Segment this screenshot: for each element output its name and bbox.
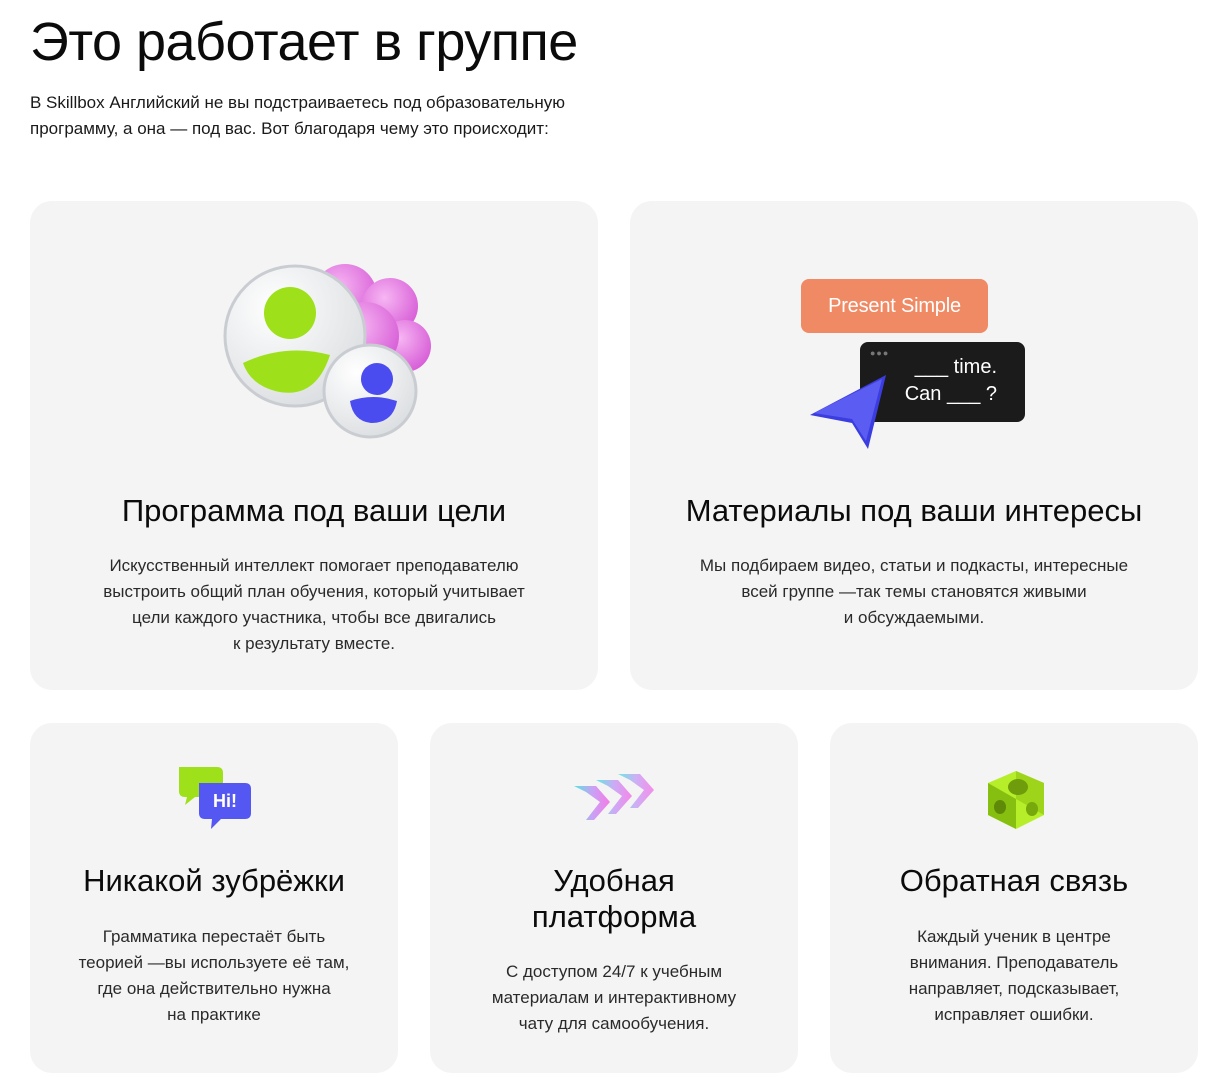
intro-text: В Skillbox Английский не вы подстраивает… [30, 93, 565, 138]
card-materials-interests: Present Simple ●●● ___ time. Can ___ ? М… [630, 201, 1198, 690]
page-title: Это работает в группе [30, 12, 578, 72]
card-title: Никакой зубрёжки [83, 863, 345, 898]
card-no-cramming: Hi! Никакой зубрёжки Грамматика перестаё… [30, 723, 398, 1073]
bubble-text: Hi! [213, 791, 237, 811]
cursor-arrow-icon [810, 375, 886, 449]
chat-bubbles-icon: Hi! [179, 767, 251, 829]
card-program-goals: Программа под ваши цели Искусственный ин… [30, 201, 598, 690]
group-people-icon [223, 264, 431, 439]
exercise-line: ___ time. [914, 356, 997, 378]
cube-icon [988, 771, 1044, 829]
forward-arrows-icon [574, 774, 654, 820]
exercise-line: Can ___ ? [904, 383, 997, 405]
card-text: Каждый ученик в центре внимания. Препода… [908, 927, 1120, 1024]
card-text: С доступом 24/7 к учебным материалам и и… [491, 962, 737, 1033]
card-title: Материалы под ваши интересы [685, 493, 1143, 528]
card-text: Грамматика перестаёт быть теорией —вы ис… [78, 927, 350, 1024]
card-feedback: Обратная связь Каждый ученик в центре вн… [830, 723, 1198, 1073]
card-title: Удобная платформа [531, 863, 697, 934]
card-text: Мы подбираем видео, статьи и подкасты, и… [699, 556, 1129, 627]
lesson-materials-icon: Present Simple ●●● ___ time. Can ___ ? [630, 201, 1198, 481]
card-title: Программа под ваши цели [121, 493, 507, 528]
present-simple-label: Present Simple [801, 279, 988, 333]
card-text: Искусственный интеллект помогает препода… [103, 556, 525, 653]
window-dots-icon: ●●● [870, 348, 890, 358]
card-title: Обратная связь [899, 863, 1129, 898]
card-platform: Удобная платформа С доступом 24/7 к учеб… [430, 723, 798, 1073]
